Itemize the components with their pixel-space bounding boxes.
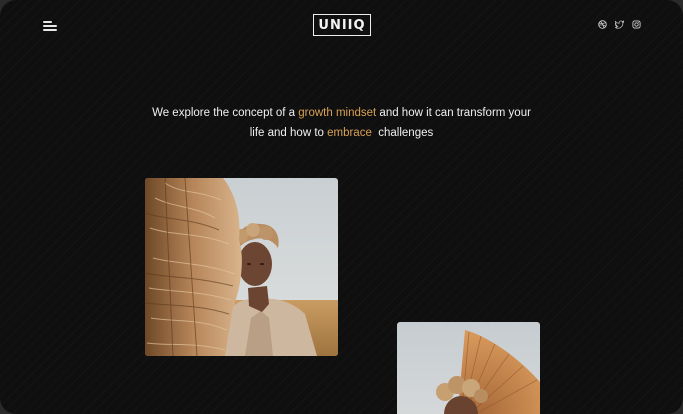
hero-highlight-growth-mindset: growth mindset [298,107,377,119]
hamburger-menu-icon[interactable] [43,19,59,33]
twitter-icon[interactable] [615,20,624,29]
social-links [598,20,641,29]
hero-headline: We explore the concept of a growth minds… [150,104,533,143]
hero-text-after: challenges [371,126,434,139]
dribbble-icon[interactable] [598,20,607,29]
portrait-photo-palm [397,322,540,414]
page-frame: UNIIQ We explore the concept of a growth… [0,0,683,414]
instagram-icon[interactable] [632,20,641,29]
brand-logo[interactable]: UNIIQ [313,14,371,36]
portrait-photo-wheat [145,178,338,356]
hero-highlight-embrace: embrace [327,126,372,139]
hero-text-before: We explore the concept of a [152,107,299,119]
